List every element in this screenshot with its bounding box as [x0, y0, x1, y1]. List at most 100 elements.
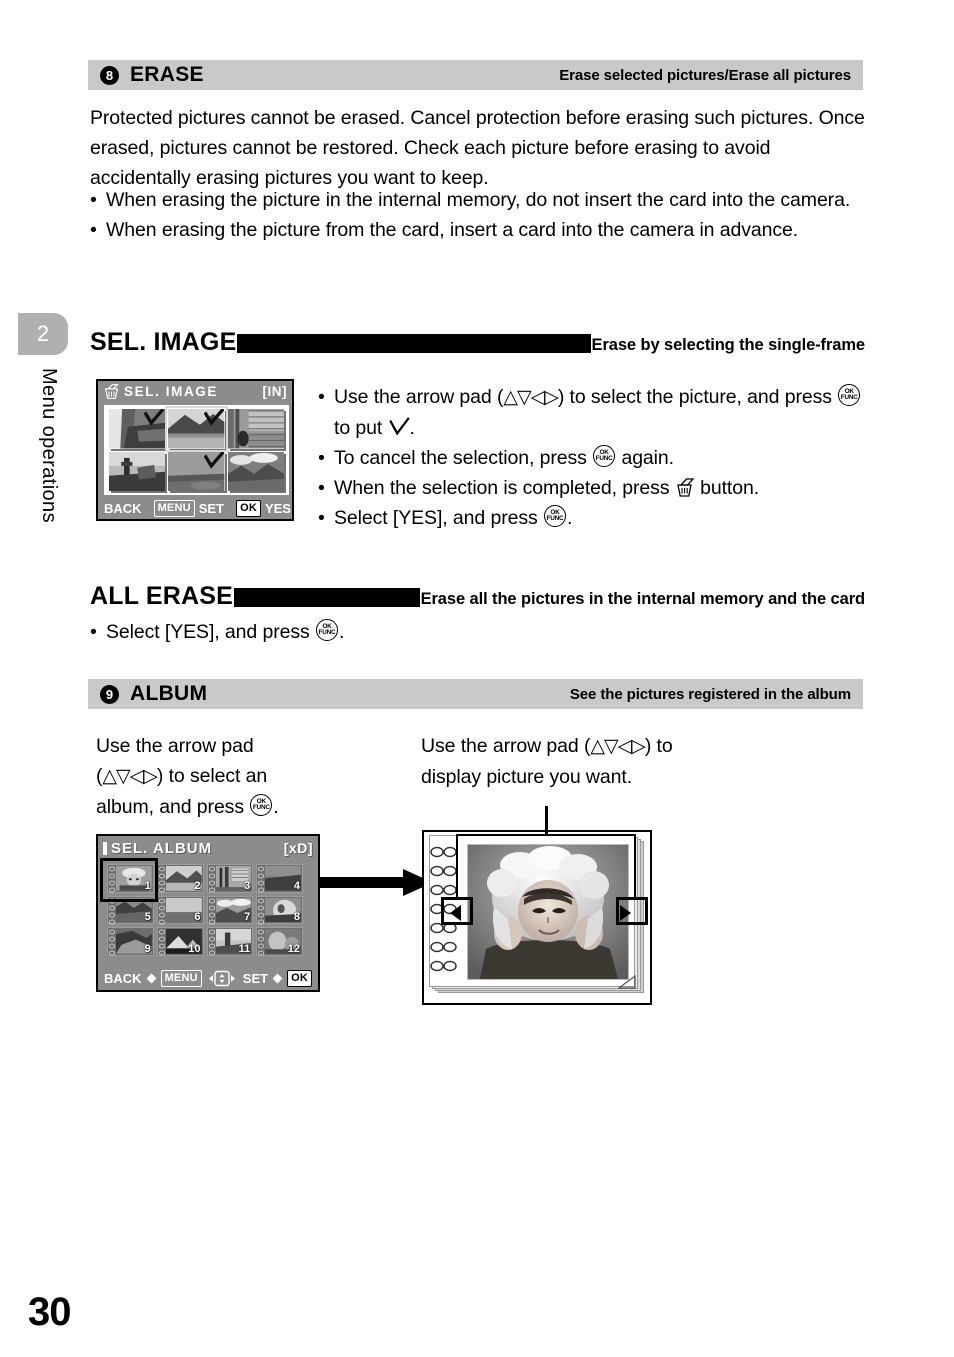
- album-item[interactable]: 11: [206, 927, 254, 956]
- instr-text-post: .: [338, 621, 345, 643]
- note-text: ) to: [644, 735, 673, 757]
- callout-box-right-arrow: [616, 897, 648, 925]
- bullet-dot: •: [318, 477, 325, 499]
- section-number-badge: 9: [100, 684, 119, 704]
- album-number: 5: [144, 911, 151, 924]
- instr-text-pre: Select [YES], and press: [334, 507, 543, 529]
- diamond-icon: [227, 505, 233, 511]
- trash-icon: [103, 383, 120, 400]
- thumbnail-item[interactable]: [109, 409, 166, 449]
- list-item-text: Select [YES], and press OK FUNC.: [106, 617, 790, 647]
- album-item[interactable]: 2: [156, 864, 204, 893]
- subheading-name: ALL ERASE: [90, 582, 234, 610]
- list-item: • To cancel the selection, press OK FUNC …: [318, 443, 878, 473]
- erase-intro-text: Protected pictures cannot be erased. Can…: [90, 107, 865, 189]
- list-item-text: To cancel the selection, press OK FUNC ag…: [334, 443, 878, 473]
- list-item: • Use the arrow pad (△▽◁▷) to select the…: [318, 382, 878, 443]
- note-text: Use the arrow pad (: [421, 735, 591, 757]
- title-accent-bar: [103, 841, 107, 855]
- album-item[interactable]: 3: [206, 864, 254, 893]
- bullet-dot: •: [318, 386, 325, 408]
- menu-key-tag[interactable]: MENU: [160, 969, 202, 987]
- thumbnail-item[interactable]: [165, 406, 228, 452]
- sel-image-title: SEL. IMAGE: [124, 384, 219, 399]
- footer-set-label: SET: [242, 970, 269, 986]
- footer-back-label: BACK: [104, 970, 142, 986]
- album-item[interactable]: 7: [206, 895, 254, 925]
- diamond-icon: [145, 505, 151, 511]
- arrow-pad-glyphs: △▽◁▷: [590, 736, 645, 757]
- instr-text-end: .: [409, 417, 415, 439]
- instr-text-pre: When the selection is completed, press: [334, 477, 675, 499]
- list-item: • Select [YES], and press OK FUNC.: [90, 617, 790, 647]
- list-item-text: When erasing the picture in the internal…: [106, 189, 851, 211]
- bullet-dot: •: [90, 219, 97, 241]
- album-number: 10: [188, 942, 201, 955]
- erase-bullet-list: • When erasing the picture in the intern…: [90, 185, 870, 245]
- list-item-text: Use the arrow pad (△▽◁▷) to select the p…: [334, 382, 878, 443]
- note-text: album, and press: [96, 796, 250, 818]
- bullet-dot: •: [318, 447, 325, 469]
- leader-line-vertical: [545, 806, 548, 836]
- all-erase-bullet-list: • Select [YES], and press OK FUNC.: [90, 617, 790, 647]
- page-number: 30: [28, 1290, 71, 1334]
- list-item: • Select [YES], and press OK FUNC.: [318, 503, 878, 533]
- leader-line-horizontal: [456, 834, 636, 836]
- footer-set-label: SET: [198, 500, 225, 516]
- arrow-pad-glyphs: △▽◁▷: [102, 766, 157, 787]
- list-item-text: When the selection is completed, press b…: [334, 473, 878, 503]
- menu-key-tag[interactable]: MENU: [153, 499, 195, 517]
- album-item[interactable]: 4: [256, 864, 303, 893]
- album-item[interactable]: 12: [256, 927, 303, 956]
- album-item[interactable]: 10: [156, 927, 204, 956]
- instr-text-mid: ) to select the picture, and press: [557, 386, 838, 408]
- footer-back-label: BACK: [104, 500, 142, 516]
- album-number: 1: [144, 879, 151, 892]
- instr-text-pre: To cancel the selection, press: [334, 447, 593, 469]
- album-number: 6: [194, 911, 201, 924]
- thumbnail-item[interactable]: [227, 409, 284, 449]
- section-header-erase: 8 ERASE Erase selected pictures/Erase al…: [88, 60, 863, 90]
- album-item[interactable]: 5: [107, 895, 154, 925]
- note-line: (△▽◁▷) to select an: [96, 761, 396, 792]
- bullet-dot: •: [90, 621, 97, 643]
- album-number: 12: [287, 942, 300, 955]
- section-title: ALBUM: [130, 682, 208, 705]
- arrow-pad-icon[interactable]: [206, 970, 238, 987]
- instr-text-post: to put: [334, 417, 388, 439]
- album-number: 7: [244, 911, 251, 924]
- sel-album-footer: BACK MENU SET OK: [98, 966, 318, 990]
- ok-key-tag[interactable]: OK: [236, 499, 261, 517]
- sel-album-title: SEL. ALBUM: [111, 839, 213, 857]
- album-item[interactable]: 8: [256, 895, 303, 925]
- note-line: Use the arrow pad: [96, 731, 396, 761]
- thumbnail-item[interactable]: [227, 451, 284, 491]
- thumbnail-item[interactable]: [168, 451, 225, 491]
- diamond-icon: [294, 505, 300, 511]
- ok-func-button-icon: OK FUNC: [838, 384, 861, 406]
- note-text: ) to select an: [156, 765, 268, 787]
- subheading-description: Erase all the pictures in the internal m…: [420, 590, 866, 608]
- album-item[interactable]: 6: [156, 895, 204, 925]
- arrow-pad-glyphs: △▽◁▷: [503, 387, 558, 408]
- instr-text-pre: Use the arrow pad (: [334, 386, 504, 408]
- instr-text-post: .: [566, 507, 573, 529]
- check-mark-icon: [203, 451, 224, 469]
- page-corner-icon: [618, 975, 636, 989]
- sel-image-titlebar: SEL. IMAGE [IN]: [98, 381, 292, 402]
- chapter-label: Menu operations: [38, 368, 60, 523]
- subheading-description: Erase by selecting the single-frame: [591, 336, 866, 354]
- instr-text-post: again.: [616, 447, 674, 469]
- section-header-album: 9 ALBUM See the pictures registered in t…: [88, 679, 863, 709]
- section-title: ERASE: [130, 63, 204, 86]
- instr-text-pre: Select [YES], and press: [106, 621, 315, 643]
- chapter-tab: 2: [18, 313, 68, 355]
- album-item[interactable]: 1: [107, 864, 154, 893]
- thumbnail-item[interactable]: [109, 451, 166, 491]
- ok-key-tag[interactable]: OK: [287, 969, 312, 987]
- list-item-text: When erasing the picture from the card, …: [106, 219, 799, 241]
- album-item[interactable]: 9: [107, 927, 154, 956]
- check-mark-icon: [203, 409, 224, 426]
- trash-icon: [675, 477, 695, 498]
- ok-func-button-icon: OK FUNC: [250, 794, 273, 816]
